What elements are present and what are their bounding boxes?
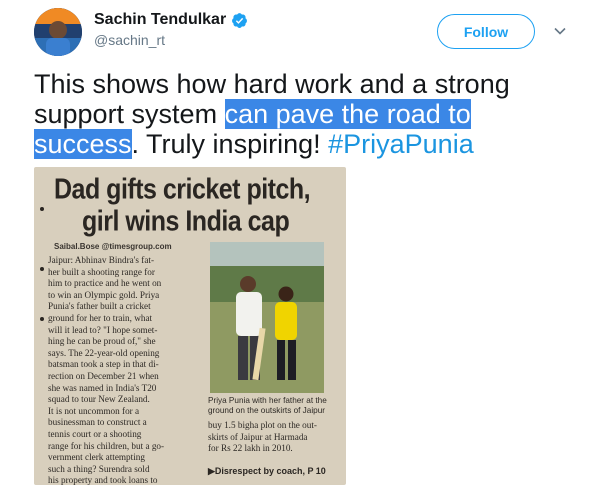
bullet-mark	[40, 317, 44, 321]
article-line: to win an Olympic gold. Priya	[48, 289, 160, 300]
article-line: tennis court or a shooting	[48, 428, 142, 439]
article-line: ground for her to train, what	[48, 312, 153, 323]
follow-button[interactable]: Follow	[437, 14, 535, 49]
image-headline: Dad gifts cricket pitch,	[54, 173, 311, 206]
article-line: him to practice and he went on	[48, 278, 162, 289]
article-line: his property and took loans to	[48, 475, 158, 485]
article-line: she was named in India's T20	[48, 382, 157, 393]
author-name[interactable]: Sachin Tendulkar	[94, 11, 226, 29]
bullet-mark	[40, 207, 44, 211]
article-line: rection on December 21 when	[48, 370, 159, 381]
article-line: buy 1.5 bigha plot on the out-	[208, 420, 317, 430]
article-line: squad to tour New Zealand.	[48, 394, 150, 405]
bullet-mark	[40, 267, 44, 271]
article-line: batsman took a step in that di-	[48, 359, 159, 370]
article-line: will it lead to? "I hope somet-	[48, 324, 158, 335]
article-line: It is not uncommon for a	[48, 405, 140, 416]
article-line: range for his children, but a go-	[48, 440, 165, 451]
article-line: such a thing? Surendra sold	[48, 463, 150, 474]
article-line: says. The 22-year-old opening	[48, 347, 160, 358]
tweet-text: This shows how hard work and a strong su…	[34, 69, 574, 159]
photo-people	[210, 242, 324, 393]
tweet-author: Sachin Tendulkar @sachin_rt	[94, 11, 248, 48]
image-caption: Priya Punia with her father at the groun…	[208, 396, 327, 415]
author-handle[interactable]: @sachin_rt	[94, 32, 248, 48]
avatar[interactable]	[34, 8, 82, 56]
image-photo	[210, 242, 324, 393]
image-article-body-continued: buy 1.5 bigha plot on the out- skirts of…	[208, 420, 338, 455]
article-line: businessman to construct a	[48, 417, 147, 428]
article-line: hing he can be proud of," she	[48, 336, 156, 347]
avatar-image	[34, 8, 82, 56]
article-line: Jaipur: Abhinav Bindra's fat-	[48, 255, 155, 265]
tweet-text-part: . Truly inspiring!	[131, 129, 329, 159]
article-line: her built a shooting range for	[48, 266, 155, 277]
image-teaser: ▶Disrespect by coach, P 10	[208, 466, 326, 476]
image-headline: girl wins India cap	[82, 205, 290, 238]
hashtag-link[interactable]: #PriyaPunia	[328, 129, 474, 159]
article-line: skirts of Jaipur at Harmada	[208, 431, 308, 442]
image-article-body: Jaipur: Abhinav Bindra's fat- her built …	[48, 255, 198, 485]
article-line: Punia's father built a cricket	[48, 301, 151, 312]
chevron-down-icon[interactable]	[553, 24, 567, 38]
article-line: for Rs 22 lakh in 2010.	[208, 443, 293, 454]
article-line: vernment clerk attempting	[48, 452, 145, 463]
image-byline: Saibal.Bose @timesgroup.com	[54, 242, 172, 251]
tweet-image[interactable]: Dad gifts cricket pitch, girl wins India…	[34, 167, 346, 485]
verified-badge-icon	[232, 12, 248, 28]
